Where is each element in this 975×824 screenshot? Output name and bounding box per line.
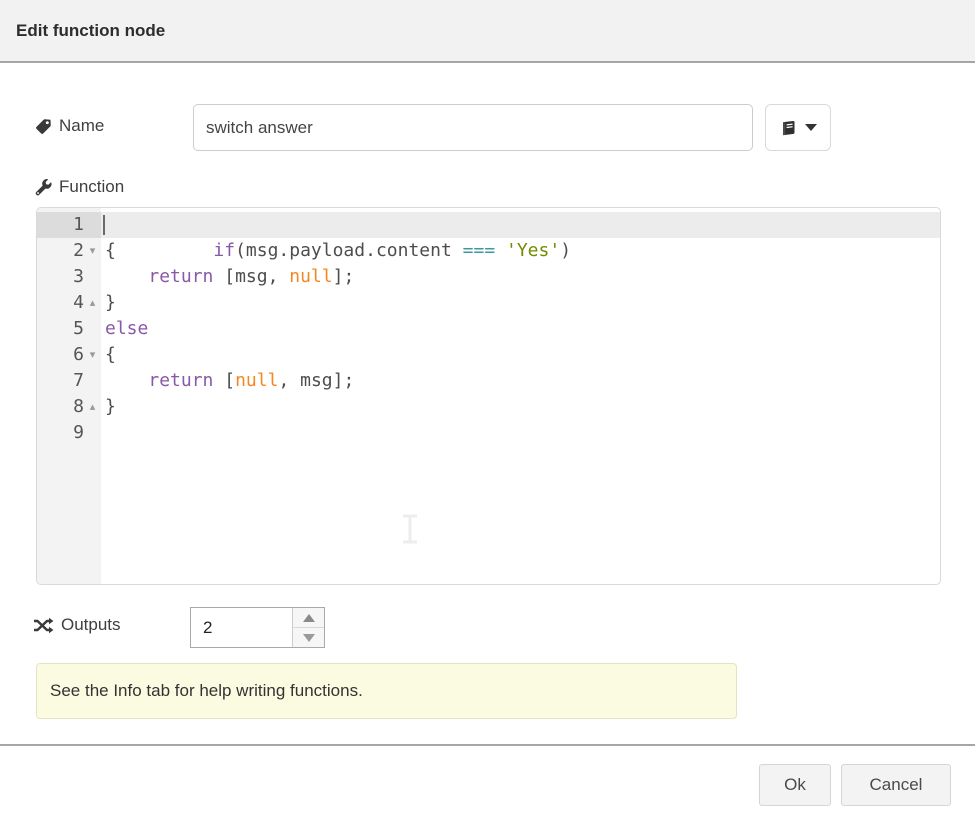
wrench-icon xyxy=(35,179,52,196)
arrow-up-icon xyxy=(303,614,315,622)
gutter-cell: 1 xyxy=(37,212,101,238)
line-number: 7 xyxy=(37,368,84,394)
code-token: } xyxy=(105,396,116,417)
name-label: Name xyxy=(35,116,104,136)
code-line[interactable]: 1 if(msg.payload.content === 'Yes') xyxy=(37,212,940,238)
code-line[interactable]: 9 xyxy=(37,420,940,446)
code-token: else xyxy=(105,318,148,339)
fold-marker-icon xyxy=(84,420,101,446)
dialog-title: Edit function node xyxy=(16,21,165,41)
line-number: 3 xyxy=(37,264,84,290)
line-number: 1 xyxy=(37,212,84,238)
code-text[interactable]: { xyxy=(101,238,940,264)
code-token: null xyxy=(289,266,332,287)
ok-button[interactable]: Ok xyxy=(759,764,831,806)
code-line[interactable]: 6 ▾ { xyxy=(37,342,940,368)
spinner-up-button[interactable] xyxy=(293,608,324,628)
form-tip: See the Info tab for help writing functi… xyxy=(36,663,737,719)
tag-icon xyxy=(35,118,52,135)
code-text[interactable]: { xyxy=(101,342,940,368)
cancel-button[interactable]: Cancel xyxy=(841,764,951,806)
code-line[interactable]: 7 return [null, msg]; xyxy=(37,368,940,394)
gutter-cell: 4 ▴ xyxy=(37,290,101,316)
code-text[interactable]: return [msg, null]; xyxy=(101,264,940,290)
gutter-cell: 8 ▴ xyxy=(37,394,101,420)
arrow-down-icon xyxy=(303,634,315,642)
code-token xyxy=(105,266,148,287)
line-number: 9 xyxy=(37,420,84,446)
mouse-ibeam-cursor xyxy=(400,514,420,549)
fold-marker-icon xyxy=(84,212,101,238)
line-number: 5 xyxy=(37,316,84,342)
editor-lines: 1 if(msg.payload.content === 'Yes') 2 ▾ … xyxy=(37,208,940,446)
fold-open-icon[interactable]: ▾ xyxy=(84,238,101,264)
code-text[interactable]: return [null, msg]; xyxy=(101,368,940,394)
function-code-editor[interactable]: 1 if(msg.payload.content === 'Yes') 2 ▾ … xyxy=(36,207,941,585)
fold-marker-icon xyxy=(84,316,101,342)
edit-function-node-dialog: Edit function node Name xyxy=(0,0,975,824)
form-tip-text: See the Info tab for help writing functi… xyxy=(50,681,363,701)
function-label: Function xyxy=(35,177,124,197)
function-label-text: Function xyxy=(59,177,124,197)
line-number: 6 xyxy=(37,342,84,368)
code-token: null xyxy=(235,370,278,391)
outputs-input[interactable] xyxy=(191,608,292,647)
fold-marker-icon xyxy=(84,368,101,394)
fold-marker-icon xyxy=(84,264,101,290)
gutter-cell: 2 ▾ xyxy=(37,238,101,264)
line-number: 2 xyxy=(37,238,84,264)
code-token xyxy=(105,370,148,391)
code-token: return xyxy=(148,370,213,391)
line-number: 8 xyxy=(37,394,84,420)
fold-close-icon[interactable]: ▴ xyxy=(84,394,101,420)
name-label-text: Name xyxy=(59,116,104,136)
shuffle-icon xyxy=(33,617,54,634)
code-line[interactable]: 2 ▾ { xyxy=(37,238,940,264)
gutter-cell: 5 xyxy=(37,316,101,342)
footer-divider xyxy=(0,744,975,746)
gutter-cell: 7 xyxy=(37,368,101,394)
code-token: return xyxy=(148,266,213,287)
code-token: ]; xyxy=(333,266,355,287)
code-token: , msg]; xyxy=(278,370,354,391)
code-text[interactable]: else xyxy=(101,316,940,342)
code-token: } xyxy=(105,292,116,313)
book-icon xyxy=(779,119,798,137)
library-button[interactable] xyxy=(765,104,831,151)
code-token: [ xyxy=(213,370,235,391)
code-text[interactable] xyxy=(101,420,940,446)
code-line[interactable]: 8 ▴ } xyxy=(37,394,940,420)
chevron-down-icon xyxy=(805,124,817,131)
code-text[interactable]: if(msg.payload.content === 'Yes') xyxy=(101,212,940,238)
gutter-cell: 3 xyxy=(37,264,101,290)
code-text[interactable]: } xyxy=(101,290,940,316)
code-token: { xyxy=(105,240,116,261)
code-line[interactable]: 3 return [msg, null]; xyxy=(37,264,940,290)
code-line[interactable]: 4 ▴ } xyxy=(37,290,940,316)
outputs-spinner xyxy=(190,607,325,648)
outputs-label-text: Outputs xyxy=(61,615,121,635)
code-token: [msg, xyxy=(213,266,289,287)
dialog-header: Edit function node xyxy=(0,0,975,63)
fold-close-icon[interactable]: ▴ xyxy=(84,290,101,316)
gutter-cell: 9 xyxy=(37,420,101,446)
code-token: { xyxy=(105,344,116,365)
line-number: 4 xyxy=(37,290,84,316)
outputs-label: Outputs xyxy=(33,615,121,635)
code-line[interactable]: 5 else xyxy=(37,316,940,342)
code-text[interactable]: } xyxy=(101,394,940,420)
fold-open-icon[interactable]: ▾ xyxy=(84,342,101,368)
spinner-down-button[interactable] xyxy=(293,628,324,647)
spinner-buttons xyxy=(292,608,324,647)
gutter-cell: 6 ▾ xyxy=(37,342,101,368)
editor-caret xyxy=(103,215,105,235)
name-input[interactable] xyxy=(193,104,753,151)
